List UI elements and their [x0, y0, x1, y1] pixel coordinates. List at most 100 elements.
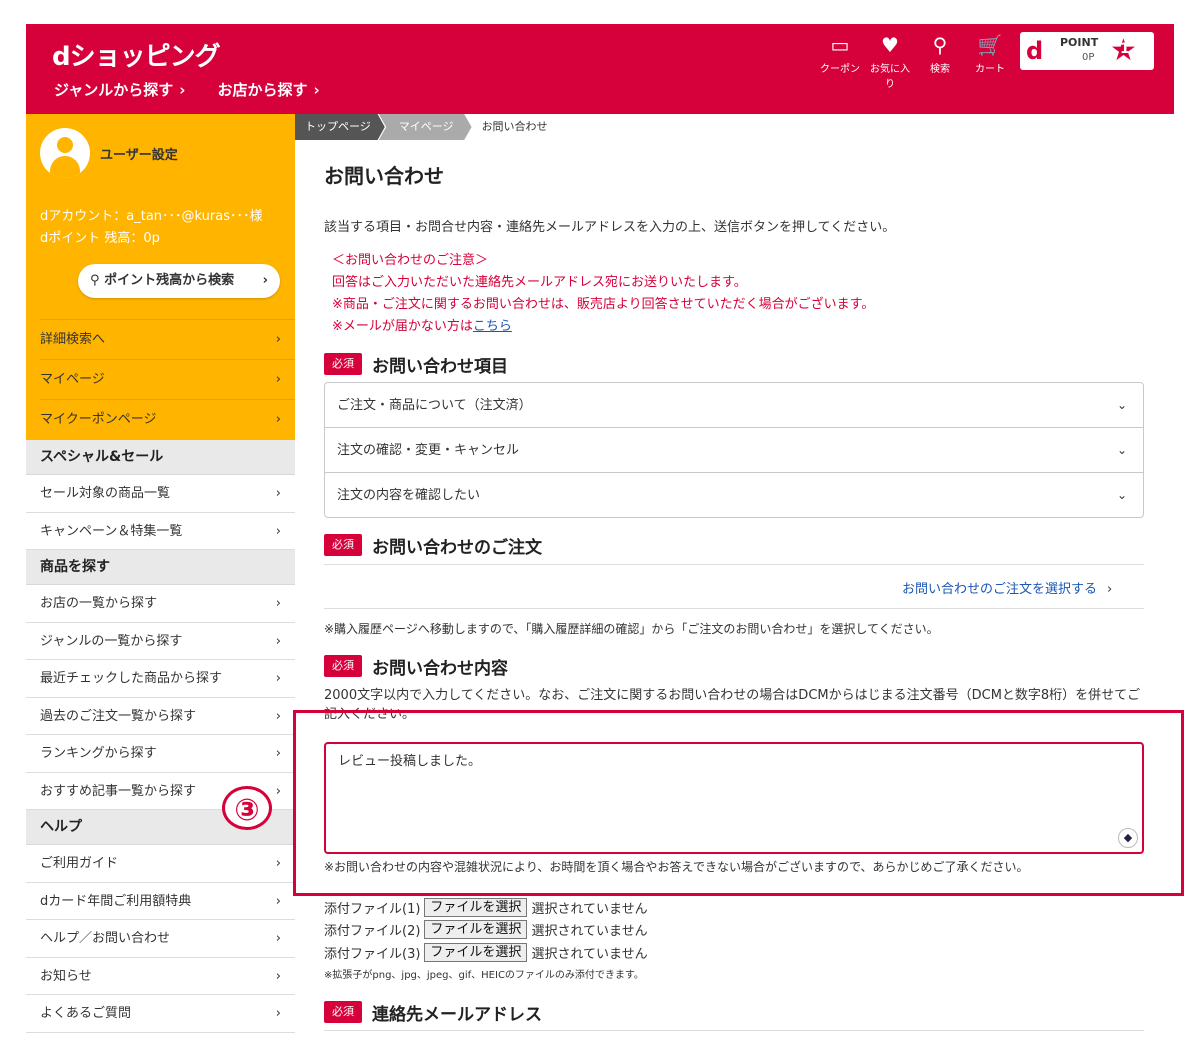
choose-file-button[interactable]: ファイルを選択	[424, 942, 528, 962]
select-category[interactable]: ご注文・商品について（注文済） ⌄	[325, 383, 1143, 428]
sidebar-item[interactable]: お店の一覧から探す ›	[26, 585, 295, 623]
section-inquiry-content: 必須 お問い合わせ内容	[324, 654, 508, 679]
assist-icon[interactable]: ◆	[1118, 828, 1138, 848]
inquiry-item-selects: ご注文・商品について（注文済） ⌄ 注文の確認・変更・キャンセル ⌄ 注文の内容を確…	[324, 382, 1144, 518]
sidebar: ユーザー設定 dアカウント：a_tan･･･@kuras･･･様 dポイント 残…	[26, 114, 295, 1034]
chevron-right-icon: ›	[275, 968, 281, 984]
nav-shop[interactable]: お店から探す ›	[217, 79, 319, 100]
chevron-right-icon: ›	[179, 81, 186, 99]
breadcrumb-current: お問い合わせ	[481, 120, 548, 133]
cart-button[interactable]: 🛒 カート	[968, 32, 1012, 90]
attachment-row: 添付ファイル(1) ファイルを選択 選択されていません	[324, 897, 648, 917]
sidebar-item-mypage[interactable]: マイページ ›	[40, 359, 295, 399]
dpoint-logo-icon: d	[1026, 37, 1044, 65]
required-badge: 必須	[324, 534, 362, 556]
favorites-button[interactable]: ♥ お気に入り	[868, 32, 912, 90]
sidebar-item[interactable]: 過去のご注文一覧から探す ›	[26, 697, 295, 735]
search-icon: ⚲	[932, 33, 948, 57]
sidebar-item[interactable]: キャンペーン＆特集一覧 ›	[26, 512, 295, 550]
sidebar-item[interactable]: セール対象の商品一覧 ›	[26, 475, 295, 513]
divider	[324, 1030, 1144, 1031]
section-inquiry-item: 必須 お問い合わせ項目	[324, 352, 508, 377]
chevron-right-icon: ›	[262, 273, 268, 288]
breadcrumb-top[interactable]: トップページ	[295, 114, 385, 140]
cart-icon: 🛒	[977, 33, 1003, 57]
chevron-down-icon: ⌄	[1116, 398, 1127, 412]
site-header: dショッピング ジャンルから探す › お店から探す › ▭ クーポン ♥ お気に入り ⚲…	[26, 24, 1174, 114]
step-badge: ③	[222, 786, 272, 830]
choose-file-button[interactable]: ファイルを選択	[424, 920, 528, 940]
sidebar-section-special: スペシャル&セール	[26, 440, 295, 475]
chevron-down-icon: ⌄	[1116, 443, 1127, 457]
section-email: 必須 連絡先メールアドレス	[324, 1000, 542, 1025]
sidebar-item[interactable]: お知らせ ›	[26, 957, 295, 995]
select-detail[interactable]: 注文の内容を確認したい ⌄	[325, 473, 1143, 518]
rank-value: 1	[1120, 41, 1130, 57]
chevron-right-icon: ›	[275, 708, 281, 724]
coupon-icon: ▭	[830, 33, 850, 57]
chevron-right-icon: ›	[275, 596, 281, 611]
dpoint-value: 0P	[1082, 52, 1095, 63]
chevron-right-icon: ›	[275, 372, 281, 387]
attachment-row: 添付ファイル(2) ファイルを選択 選択されていません	[324, 920, 648, 940]
choose-file-button[interactable]: ファイルを選択	[424, 897, 528, 917]
sidebar-item-detail-search[interactable]: 詳細検索へ ›	[40, 319, 295, 359]
chevron-right-icon: ›	[1107, 582, 1113, 597]
sidebar-item[interactable]: よくあるご質問 ›	[26, 995, 295, 1033]
sidebar-item[interactable]: ご利用ガイド ›	[26, 845, 295, 883]
attachments: 添付ファイル(1) ファイルを選択 選択されていません 添付ファイル(2) ファイルを…	[324, 896, 648, 964]
site-logo[interactable]: dショッピング	[52, 36, 221, 73]
chevron-right-icon: ›	[275, 856, 281, 871]
section-inquiry-order: 必須 お問い合わせのご注文	[324, 533, 542, 558]
search-button[interactable]: ⚲ 検索	[918, 32, 962, 90]
sidebar-item[interactable]: ランキングから探す ›	[26, 735, 295, 773]
dpoint-label: POINT	[1060, 36, 1099, 49]
user-settings-link[interactable]: ユーザー設定	[100, 144, 178, 163]
sidebar-item[interactable]: ヘルプ／お問い合わせ ›	[26, 920, 295, 958]
select-order-link[interactable]: お問い合わせのご注文を選択する ›	[902, 578, 1112, 597]
avatar-icon[interactable]	[40, 128, 90, 178]
sidebar-item[interactable]: ジャンルの一覧から探す ›	[26, 622, 295, 660]
file-extension-note: ※拡張子がpng、jpg、jpeg、gif、HEICのファイルのみ添付できます。	[324, 970, 644, 981]
header-icons: ▭ クーポン ♥ お気に入り ⚲ 検索 🛒 カート	[818, 32, 1012, 90]
order-note: ※購入履歴ページへ移動しますので、「購入履歴詳細の確認」から「ご注文のお問い合わ…	[324, 622, 939, 636]
chevron-right-icon: ›	[275, 633, 281, 649]
notice-block: ＜お問い合わせのご注意＞ 回答はご入力いただいた連絡先メールアドレス宛にお送りい…	[332, 253, 875, 334]
divider	[324, 608, 1144, 609]
required-badge: 必須	[324, 1001, 362, 1023]
required-badge: 必須	[324, 353, 362, 375]
search-icon: ⚲	[90, 273, 105, 288]
nav-genre[interactable]: ジャンルから探す ›	[54, 79, 185, 100]
select-subcategory[interactable]: 注文の確認・変更・キャンセル ⌄	[325, 428, 1143, 473]
page-title: お問い合わせ	[324, 164, 444, 188]
breadcrumb-mypage[interactable]: マイページ	[378, 114, 472, 140]
chevron-down-icon: ⌄	[1116, 488, 1127, 502]
breadcrumb: トップページ マイページ お問い合わせ	[295, 114, 558, 140]
chevron-right-icon: ›	[275, 412, 281, 427]
content-note: ※お問い合わせの内容や混雑状況により、お時間を頂く場合やお答えできない場合がござ…	[324, 860, 1029, 874]
chevron-right-icon: ›	[275, 671, 281, 686]
chevron-right-icon: ›	[275, 931, 281, 946]
user-panel: ユーザー設定 dアカウント：a_tan･･･@kuras･･･様 dポイント 残…	[26, 114, 295, 440]
chevron-right-icon: ›	[275, 783, 281, 799]
coupon-button[interactable]: ▭ クーポン	[818, 32, 862, 90]
chevron-right-icon: ›	[275, 486, 281, 501]
sidebar-item-mycoupon[interactable]: マイクーポンページ ›	[40, 399, 295, 439]
sidebar-item[interactable]: dカード年間ご利用額特典 ›	[26, 882, 295, 920]
point-search-button[interactable]: ⚲ ポイント残高から検索 ›	[78, 264, 280, 298]
divider	[324, 564, 1144, 565]
required-badge: 必須	[324, 655, 362, 677]
inquiry-content-textarea[interactable]: レビュー投稿しました。	[324, 742, 1144, 854]
dpoint-widget[interactable]: d POINT 0P ★ 1	[1020, 32, 1154, 70]
chevron-right-icon: ›	[275, 1006, 281, 1021]
intro-text: 該当する項目・お問合せ内容・連絡先メールアドレスを入力の上、送信ボタンを押してく…	[324, 220, 896, 235]
chevron-right-icon: ›	[313, 81, 320, 99]
sidebar-item[interactable]: 最近チェックした商品から探す ›	[26, 660, 295, 698]
chevron-right-icon: ›	[275, 746, 281, 761]
chevron-right-icon: ›	[275, 332, 281, 347]
chevron-right-icon: ›	[275, 523, 281, 539]
global-nav: ジャンルから探す › お店から探す ›	[54, 79, 320, 100]
attachment-row: 添付ファイル(3) ファイルを選択 選択されていません	[324, 942, 648, 962]
heart-icon: ♥	[881, 33, 899, 57]
help-link[interactable]: こちら	[473, 319, 512, 334]
